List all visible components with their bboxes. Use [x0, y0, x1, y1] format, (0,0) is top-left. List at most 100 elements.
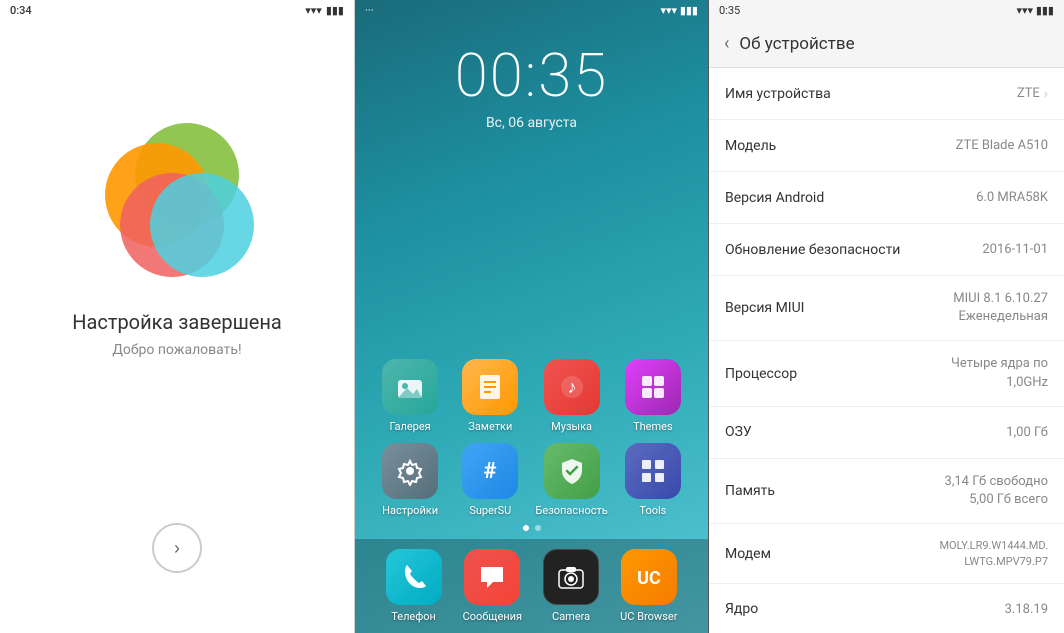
big-time: 00:35	[355, 40, 708, 111]
model-label: Модель	[725, 138, 776, 154]
next-button[interactable]: ›	[152, 523, 202, 573]
clock-display: 00:35 Вс, 06 августа	[355, 40, 708, 131]
svg-text:UC: UC	[637, 568, 661, 589]
app-messages[interactable]: Сообщения	[463, 549, 522, 623]
setting-device-name[interactable]: Имя устройства ZTE ›	[709, 68, 1064, 120]
uc-label: UC Browser	[620, 610, 677, 623]
device-name-label: Имя устройства	[725, 86, 831, 102]
security-patch-label: Обновление безопасности	[725, 242, 900, 258]
app-music[interactable]: ♪ Музыка	[535, 359, 607, 433]
status-time-3: 0:35	[719, 4, 740, 17]
uc-icon: UC	[621, 549, 677, 605]
about-title: Об устройстве	[739, 34, 854, 54]
processor-value: Четыре ядра по1,0GHz	[951, 355, 1048, 391]
miui-version-label: Версия MIUI	[725, 300, 805, 316]
wifi-icon-3: ▾▾▾	[1017, 4, 1034, 17]
kernel-label: Ядро	[725, 601, 758, 617]
setting-kernel: Ядро 3.18.19	[709, 584, 1064, 633]
screen-about: 0:35 ▾▾▾ ▮▮▮ ‹ Об устройстве Имя устройс…	[709, 0, 1064, 633]
screen-home: ··· ▾▾▾ ▮▮▮ 00:35 Вс, 06 августа Галерея…	[355, 0, 709, 633]
settings-label: Настройки	[382, 504, 438, 517]
ram-value: 1,00 Гб	[1006, 425, 1048, 440]
dot-1	[523, 525, 529, 531]
themes-label: Themes	[633, 420, 673, 433]
storage-label: Память	[725, 483, 775, 499]
setting-security-patch: Обновление безопасности 2016-11-01	[709, 224, 1064, 276]
phone-icon	[386, 549, 442, 605]
messages-label: Сообщения	[463, 610, 522, 623]
bottom-dock: Телефон Сообщения Camera UC UC Browser	[355, 539, 708, 633]
setup-title: Настройка завершена	[72, 310, 282, 334]
themes-icon	[625, 359, 681, 415]
android-version-value: 6.0 MRA58K	[976, 190, 1048, 205]
status-icons-3: ▾▾▾ ▮▮▮	[1017, 4, 1054, 17]
battery-icon-2: ▮▮▮	[680, 4, 698, 17]
battery-icon: ▮▮▮	[326, 4, 344, 17]
about-top-bar: ‹ Об устройстве	[709, 20, 1064, 68]
svg-text:♪: ♪	[567, 377, 576, 398]
setting-android-version: Версия Android 6.0 MRA58K	[709, 172, 1064, 224]
settings-icon	[382, 443, 438, 499]
security-icon	[544, 443, 600, 499]
music-icon: ♪	[544, 359, 600, 415]
setting-processor: Процессор Четыре ядра по1,0GHz	[709, 341, 1064, 406]
status-bar-1: 0:34 ▾▾▾ ▮▮▮	[0, 0, 354, 20]
logo-svg	[97, 120, 257, 280]
app-notes[interactable]: Заметки	[455, 359, 525, 433]
miui-logo	[97, 120, 257, 280]
app-settings[interactable]: Настройки	[375, 443, 445, 517]
wifi-icon-2: ▾▾▾	[661, 4, 678, 17]
page-dots	[355, 525, 708, 531]
screen-setup: 0:34 ▾▾▾ ▮▮▮ Настройка завершена Добро п…	[0, 0, 355, 633]
app-uc[interactable]: UC UC Browser	[620, 549, 677, 623]
app-tools[interactable]: Tools	[618, 443, 688, 517]
security-patch-value: 2016-11-01	[982, 242, 1048, 257]
tools-icon	[625, 443, 681, 499]
gallery-label: Галерея	[390, 420, 431, 433]
setting-model: Модель ZTE Blade A510	[709, 120, 1064, 172]
app-themes[interactable]: Themes	[618, 359, 688, 433]
phone-label: Телефон	[391, 610, 436, 623]
device-name-value: ZTE ›	[1017, 86, 1048, 102]
supersu-icon: #	[462, 443, 518, 499]
status-icons-1: ▾▾▾ ▮▮▮	[305, 4, 344, 17]
setting-modem: Модем MOLY.LR9.W1444.MD.LWTG.MPV79.P7	[709, 524, 1064, 584]
battery-icon-3: ▮▮▮	[1036, 4, 1054, 17]
setting-ram: ОЗУ 1,00 Гб	[709, 407, 1064, 459]
modem-value: MOLY.LR9.W1444.MD.LWTG.MPV79.P7	[939, 538, 1048, 569]
notes-icon	[462, 359, 518, 415]
music-label: Музыка	[551, 420, 592, 433]
app-phone[interactable]: Телефон	[386, 549, 442, 623]
status-time-1: 0:34	[10, 4, 32, 17]
app-supersu[interactable]: # SuperSU	[455, 443, 525, 517]
ram-label: ОЗУ	[725, 424, 752, 440]
modem-label: Модем	[725, 546, 771, 562]
supersu-label: SuperSU	[469, 504, 511, 517]
svg-text:#: #	[484, 459, 497, 484]
tools-label: Tools	[639, 504, 666, 517]
processor-label: Процессор	[725, 366, 797, 382]
miui-version-value: MIUI 8.1 6.10.27Еженедельная	[953, 290, 1048, 326]
back-button[interactable]: ‹	[724, 33, 729, 54]
app-camera[interactable]: Camera	[543, 549, 599, 623]
setup-subtitle: Добро пожаловать!	[112, 342, 241, 358]
security-label: Безопасность	[535, 504, 607, 517]
app-grid-row1: Галерея Заметки ♪ Музыка Themes Настрой	[355, 349, 708, 517]
status-icons-2: ▾▾▾ ▮▮▮	[661, 4, 698, 17]
chevron-icon: ›	[1044, 86, 1048, 102]
gallery-icon	[382, 359, 438, 415]
wifi-icon: ▾▾▾	[305, 4, 322, 17]
setting-miui-version: Версия MIUI MIUI 8.1 6.10.27Еженедельная	[709, 276, 1064, 341]
signal-icon: ···	[365, 4, 374, 17]
app-gallery[interactable]: Галерея	[375, 359, 445, 433]
camera-icon	[543, 549, 599, 605]
status-bar-3: 0:35 ▾▾▾ ▮▮▮	[709, 0, 1064, 20]
android-version-label: Версия Android	[725, 190, 824, 206]
camera-label: Camera	[552, 610, 590, 623]
status-bar-2: ··· ▾▾▾ ▮▮▮	[355, 0, 708, 20]
date-display: Вс, 06 августа	[355, 115, 708, 131]
kernel-value: 3.18.19	[1005, 602, 1048, 617]
setting-storage: Память 3,14 Гб свободно5,00 Гб всего	[709, 459, 1064, 524]
about-list: Имя устройства ZTE › Модель ZTE Blade A5…	[709, 68, 1064, 633]
app-security[interactable]: Безопасность	[535, 443, 607, 517]
